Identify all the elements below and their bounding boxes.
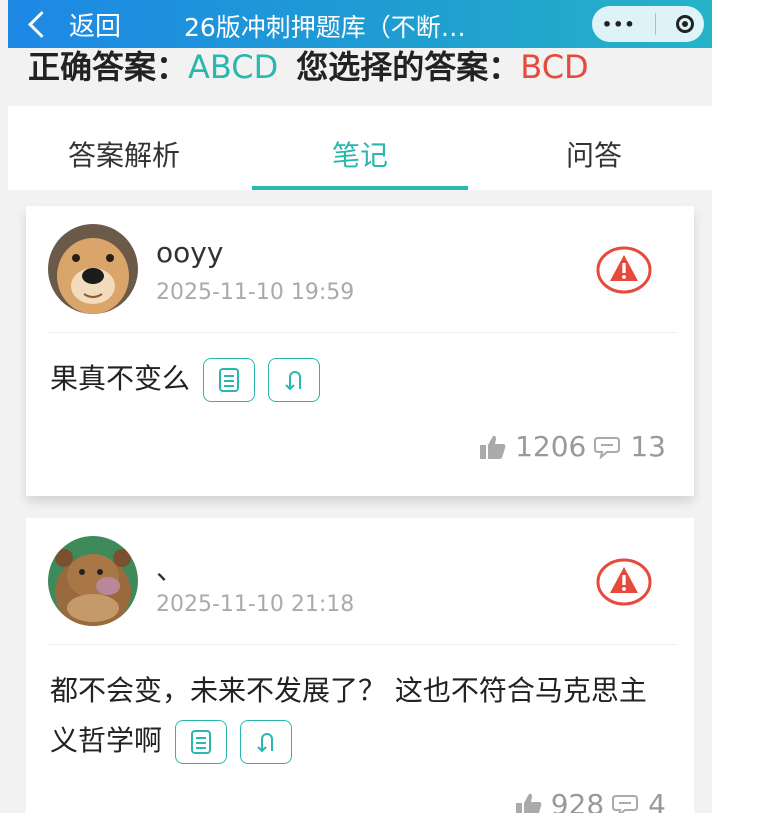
page-title: 26版冲刺押题库（不断…: [184, 13, 466, 42]
return-arrow-icon: [285, 371, 301, 391]
correct-answer-value: ABCD: [188, 48, 279, 86]
miniprogram-capsule: •••: [592, 6, 704, 42]
quote-note-button[interactable]: [267, 358, 320, 402]
dog-avatar-image: [48, 224, 138, 314]
chevron-left-icon: [28, 11, 55, 38]
active-tab-indicator: [252, 186, 468, 190]
comment-count: 4: [648, 788, 666, 813]
back-label: 返回: [69, 12, 122, 42]
note-card: 、 2025-11-10 21:18 都不会变，未来不发展了？ 这也不符合马克思…: [26, 518, 694, 813]
comment-icon[interactable]: [612, 792, 640, 813]
capsule-divider: [655, 13, 657, 35]
like-count: 928: [550, 788, 605, 813]
top-bar: 返回 26版冲刺押题库（不断… •••: [8, 0, 712, 48]
thumbs-up-icon[interactable]: [479, 434, 507, 460]
note-content: 果真不变么: [50, 354, 670, 404]
quote-note-button[interactable]: [239, 720, 292, 764]
note-card: ooyy 2025-11-10 19:59 果真不变么 1206 13: [26, 206, 694, 496]
document-icon: [218, 368, 239, 392]
answer-summary: 正确答案：ABCD 您选择的答案：BCD: [28, 42, 589, 88]
tab-answer-analysis[interactable]: 答案解析: [68, 134, 180, 174]
timestamp: 2025-11-10 21:18: [156, 592, 355, 617]
chosen-answer-label: 您选择的答案：: [296, 48, 521, 86]
avatar[interactable]: [48, 224, 138, 314]
tab-qa[interactable]: 问答: [566, 134, 622, 174]
more-icon[interactable]: •••: [602, 15, 636, 34]
card-divider: [48, 332, 676, 333]
document-icon: [190, 730, 211, 754]
username: 、: [156, 553, 185, 586]
copy-note-button[interactable]: [174, 720, 227, 764]
return-arrow-icon: [257, 733, 273, 753]
correct-answer-label: 正确答案：: [28, 48, 189, 86]
note-text: 果真不变么: [50, 362, 191, 395]
username: ooyy: [156, 236, 224, 269]
avatar[interactable]: [48, 536, 138, 626]
bear-avatar-image: [48, 536, 138, 626]
note-content: 都不会变，未来不发展了？ 这也不符合马克思主义哲学啊: [50, 666, 670, 766]
card-divider: [48, 644, 676, 645]
close-target-icon[interactable]: [676, 15, 695, 33]
tab-notes[interactable]: 笔记: [332, 134, 388, 174]
comment-count: 13: [630, 430, 666, 463]
thumbs-up-icon[interactable]: [515, 792, 543, 813]
report-warning-icon[interactable]: [596, 246, 652, 294]
chosen-answer-value: BCD: [520, 48, 589, 86]
screen: 正确答案：ABCD 您选择的答案：BCD 返回 26版冲刺押题库（不断… ••• …: [0, 0, 712, 813]
report-warning-icon[interactable]: [596, 558, 652, 606]
comment-icon[interactable]: [594, 434, 622, 460]
note-stats: 928 4: [515, 788, 666, 813]
like-count: 1206: [515, 430, 587, 463]
copy-note-button[interactable]: [202, 358, 255, 402]
note-text: 都不会变，未来不发展了？ 这也不符合马克思主义哲学啊: [50, 674, 647, 757]
note-stats: 1206 13: [479, 430, 666, 463]
timestamp: 2025-11-10 19:59: [156, 280, 355, 305]
tab-bar: 答案解析 笔记 问答: [8, 106, 712, 190]
back-button[interactable]: 返回: [28, 6, 122, 43]
